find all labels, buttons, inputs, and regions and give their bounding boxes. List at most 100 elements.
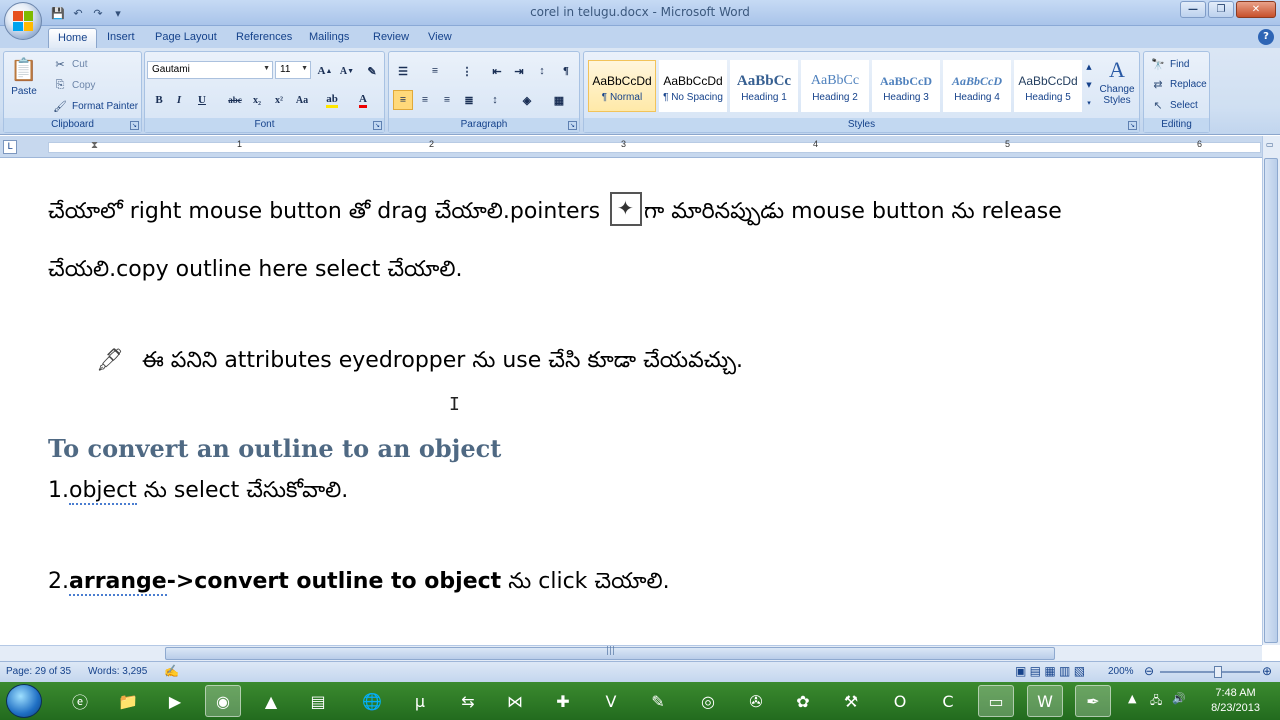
corel-icon[interactable]: V [593,685,629,717]
sort-icon[interactable]: ↕ [532,61,552,81]
decrease-indent-icon[interactable]: ⇤ [487,61,507,81]
explorer-window-icon[interactable]: ▭ [978,685,1014,717]
numbering-icon[interactable]: ≡ [425,61,445,81]
horizontal-ruler[interactable]: L [0,136,1280,158]
document-page[interactable]: చేయాలో right mouse button తో drag చేయాలి… [0,158,1262,645]
folder-icon[interactable]: 📁 [110,685,146,717]
change-case-icon[interactable]: Aa [292,90,312,110]
styles-scroll[interactable]: ▲ ▼ ▾ [1084,58,1094,114]
proofing-icon[interactable]: ✍ [164,664,179,678]
line-spacing-icon[interactable]: ↕ [485,90,505,110]
maximize-button[interactable]: ❐ [1208,1,1234,18]
media-player-icon[interactable]: ▶ [157,685,193,717]
view-buttons-icon[interactable]: ▣ ▤ ▦ ▥ ▧ [1015,664,1085,678]
globe-icon[interactable]: 🌐 [354,685,390,717]
ccleaner-icon[interactable]: C [930,685,966,717]
app-icon[interactable]: ✚ [545,685,581,717]
font-name-combo[interactable]: Gautami ▼ [147,61,273,79]
align-right-icon[interactable]: ≡ [437,90,457,110]
cut-button[interactable]: ✂ Cut [52,56,87,72]
font-launcher-icon[interactable]: ↘ [373,121,382,130]
word-count[interactable]: Words: 3,295 [88,666,147,677]
paste-button[interactable]: 📋 Paste [10,56,38,97]
vlc-icon[interactable]: ▲ [253,685,289,717]
clipboard-launcher-icon[interactable]: ↘ [130,121,139,130]
corel-draw-icon[interactable]: ✒ [1075,685,1111,717]
grow-font-icon[interactable]: A ▲ [315,61,335,81]
styles-launcher-icon[interactable]: ↘ [1128,121,1137,130]
tab-home[interactable]: Home [48,28,98,48]
tab-view[interactable]: View [419,28,461,48]
help-icon[interactable]: ? [1258,29,1274,45]
utorrent-icon[interactable]: µ [402,685,438,717]
italic-icon[interactable]: I [169,90,189,110]
shrink-font-icon[interactable]: A ▼ [337,61,357,81]
bullets-icon[interactable]: ☰ [393,61,413,81]
horizontal-scroll-thumb[interactable] [165,646,1055,660]
bold-icon[interactable]: B [149,90,169,110]
justify-icon[interactable]: ≣ [459,90,479,110]
pen-icon[interactable]: ✎ [640,685,676,717]
tab-page-layout[interactable]: Page Layout [146,28,226,48]
find-button[interactable]: 🔭 Find [1150,56,1189,72]
chrome-icon[interactable]: ◉ [205,685,241,717]
superscript-icon[interactable]: x² [269,90,289,110]
tab-selector-icon[interactable]: L [3,140,17,154]
select-button[interactable]: ↖ Select [1150,97,1197,113]
vertical-scroll-thumb[interactable] [1264,158,1278,643]
horizontal-scrollbar[interactable] [0,645,1262,661]
ruler-view-icon[interactable]: ▭ [1266,140,1274,149]
minimize-button[interactable]: — [1180,1,1206,18]
zoom-slider[interactable] [1160,671,1260,673]
style-normal[interactable]: AaBbCcDd ¶ Normal [588,60,656,112]
office-button[interactable] [4,2,42,40]
zoom-in-icon[interactable]: ⊕ [1262,664,1272,678]
highlight-icon[interactable]: ab [322,90,342,110]
picasa-icon[interactable]: ✿ [785,685,821,717]
tab-insert[interactable]: Insert [98,28,144,48]
disc-icon[interactable]: ◎ [690,685,726,717]
tab-references[interactable]: References [227,28,301,48]
teamviewer-icon[interactable]: ⇆ [450,685,486,717]
style-heading-4[interactable]: AaBbCcD Heading 4 [943,60,1011,112]
tally-icon[interactable]: ▤ [300,685,336,717]
tab-review[interactable]: Review [364,28,418,48]
show-hidden-icons[interactable]: ▲ [1128,692,1136,705]
borders-icon[interactable]: ▦ [549,90,569,110]
underline-icon[interactable]: U [192,90,212,110]
tab-mailings[interactable]: Mailings [300,28,358,48]
subscript-icon[interactable]: x₂ [247,90,267,110]
style-heading-5[interactable]: AaBbCcDd Heading 5 [1014,60,1082,112]
zoom-out-icon[interactable]: ⊖ [1144,664,1154,678]
align-center-icon[interactable]: ≡ [415,90,435,110]
font-size-combo[interactable]: 11 ▼ [275,61,311,79]
change-styles-button[interactable]: A Change Styles [1096,56,1138,106]
start-button[interactable] [6,684,42,718]
style-heading-3[interactable]: AaBbCcD Heading 3 [872,60,940,112]
clock[interactable]: 7:48 AM 8/23/2013 [1211,686,1260,716]
style-no-spacing[interactable]: AaBbCcDd ¶ No Spacing [659,60,727,112]
style-heading-2[interactable]: AaBbCc Heading 2 [801,60,869,112]
format-painter-button[interactable]: 🖌 Format Painter [52,98,138,114]
replace-button[interactable]: ⇄ Replace [1150,76,1206,92]
film-reel-icon[interactable]: ✇ [738,685,774,717]
ruler-bar[interactable] [48,142,1261,153]
font-color-icon[interactable]: A [353,90,373,110]
increase-indent-icon[interactable]: ⇥ [509,61,529,81]
volume-icon[interactable]: 🔊 [1172,692,1186,705]
indent-marker-icon[interactable]: ⧗ [91,140,98,151]
internet-explorer-icon[interactable]: ⓔ [62,685,98,717]
word-icon[interactable]: W [1027,685,1063,717]
tool-icon[interactable]: ⚒ [833,685,869,717]
zoom-level[interactable]: 200% [1108,666,1134,677]
show-formatting-icon[interactable]: ¶ [556,61,576,81]
zoom-knob[interactable] [1214,666,1222,678]
align-left-icon[interactable]: ≡ [393,90,413,110]
network-icon[interactable]: 🖧 [1150,692,1162,711]
clear-formatting-icon[interactable]: ✎ [362,61,382,81]
paragraph-launcher-icon[interactable]: ↘ [568,121,577,130]
opera-icon[interactable]: O [882,685,918,717]
page-count[interactable]: Page: 29 of 35 [6,666,71,677]
shading-icon[interactable]: ◈ [517,90,537,110]
close-button[interactable]: ✕ [1236,1,1276,18]
